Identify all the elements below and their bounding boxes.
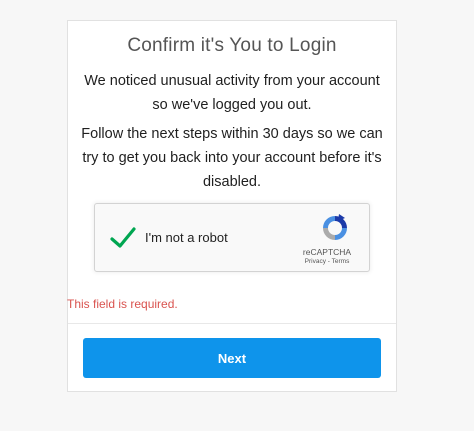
recaptcha-privacy-terms-link[interactable]: Privacy - Terms [291,258,363,265]
next-steps-message: Follow the next steps within 30 days so … [81,126,383,190]
login-confirm-card: Confirm it's You to Login We noticed unu… [67,20,397,392]
next-button[interactable]: Next [83,338,381,378]
recaptcha-logo-icon [323,214,347,240]
unusual-activity-message: We noticed unusual activity from your ac… [84,73,380,113]
card-body: Confirm it's You to Login We noticed unu… [68,21,396,323]
recaptcha-label: I'm not a robot [145,230,228,245]
card-footer: Next [68,323,396,391]
recaptcha-widget[interactable]: I'm not a robot reCAPTCHA Privacy - Term… [94,203,370,272]
checkmark-icon[interactable] [109,224,137,252]
dialog-title: Confirm it's You to Login [127,35,337,56]
field-required-error: This field is required. [67,297,178,311]
page: Confirm it's You to Login We noticed unu… [0,0,474,431]
recaptcha-brand: reCAPTCHA [302,247,352,257]
